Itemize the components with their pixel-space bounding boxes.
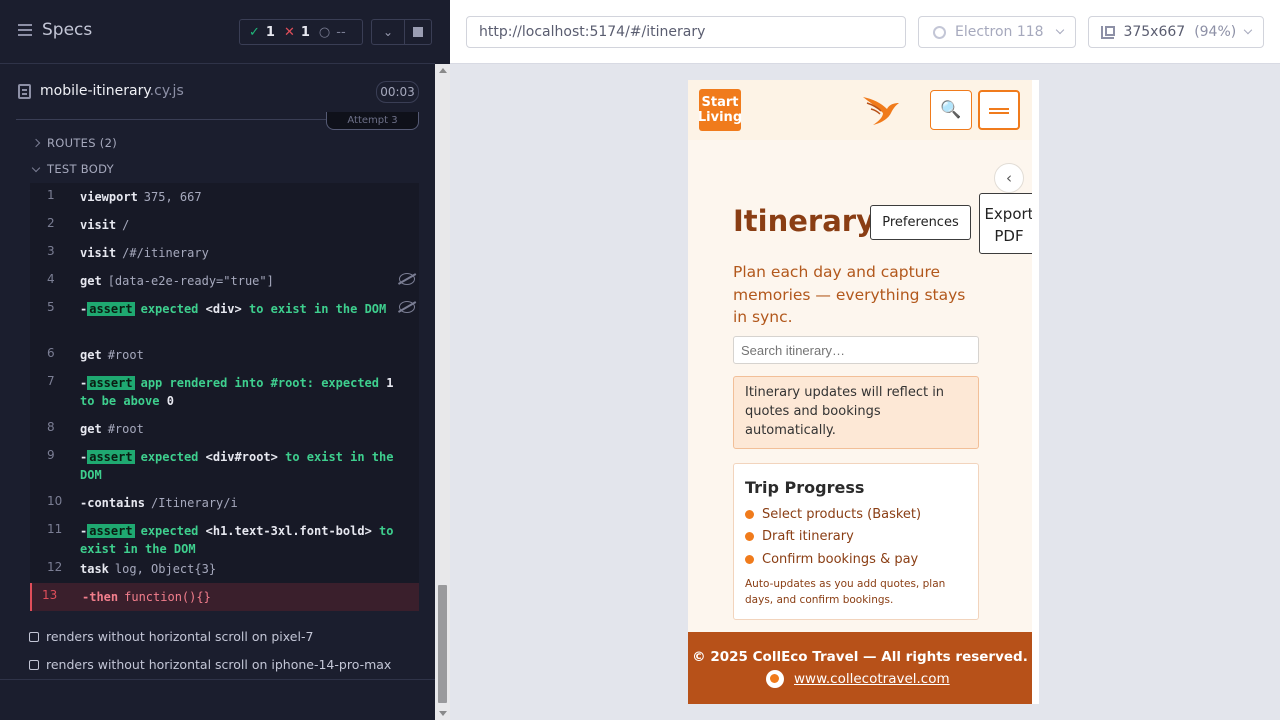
preview-toolbar: http://localhost:5174/#/itinerary Electr… xyxy=(450,0,1280,64)
file-icon xyxy=(18,84,31,99)
command-row[interactable]: 2 visit / xyxy=(30,211,419,239)
cypress-runner-panel: Specs ✓ 1 ✕ 1 ○ -- ⌄ mobile-itinerary.cy.js… xyxy=(0,0,450,720)
command-row[interactable]: 9 - assert expected <div#root> to exist in… xyxy=(30,443,419,489)
sync-notice: Itinerary updates will reflect in quotes… xyxy=(733,376,979,449)
specs-toggle-button[interactable]: Specs xyxy=(18,20,92,40)
collapse-sidebar-button[interactable]: ‹ xyxy=(994,163,1024,193)
globe-icon xyxy=(766,670,784,688)
trip-progress-card: Trip Progress Select products (Basket) D… xyxy=(733,463,979,620)
chevron-right-icon xyxy=(31,138,41,148)
failed-count: ✕ 1 xyxy=(283,24,310,40)
test-stats: ✓ 1 ✕ 1 ○ -- xyxy=(239,19,363,45)
page-title: Itinerary xyxy=(733,204,875,238)
search-icon: 🔍 xyxy=(940,100,962,120)
app-header: Start Living 🔍 xyxy=(688,80,1032,140)
command-row[interactable]: 3 visit/#/itinerary xyxy=(30,239,419,267)
passed-count: ✓ 1 xyxy=(249,24,275,40)
chevron-down-icon xyxy=(1243,25,1253,35)
runner-topbar: Specs ✓ 1 ✕ 1 ○ -- ⌄ xyxy=(0,0,435,64)
preferences-button[interactable]: Preferences xyxy=(870,205,971,240)
app-footer: © 2025 CollEco Travel — All rights reser… xyxy=(688,632,1032,704)
export-pdf-button[interactable]: Export PDF xyxy=(979,193,1039,254)
command-row[interactable]: 1 viewport 375, 667 xyxy=(30,183,419,211)
url-bar[interactable]: http://localhost:5174/#/itinerary xyxy=(466,16,906,48)
scroll-down-icon[interactable] xyxy=(439,711,447,716)
command-log: 1 viewport 375, 667 2 visit/ 3 visit/#/it… xyxy=(30,183,419,611)
command-row[interactable]: 8 get #root xyxy=(30,415,419,443)
website-link[interactable]: www.collecotravel.com xyxy=(794,671,950,687)
trip-progress-title: Trip Progress xyxy=(745,478,865,497)
eye-slash-icon xyxy=(399,301,415,313)
spec-duration: 00:03 xyxy=(376,81,419,103)
pending-count: ○ -- xyxy=(318,24,346,40)
brand-bird-icon xyxy=(863,97,899,125)
eye-slash-icon xyxy=(399,273,415,285)
chevron-left-icon: ‹ xyxy=(1006,169,1012,187)
website-link-row: www.collecotravel.com xyxy=(766,670,950,688)
stop-icon xyxy=(413,27,423,37)
command-row[interactable]: 7 - assert app rendered into #root: expect… xyxy=(30,369,419,415)
viewport-selector[interactable]: 375x667 (94%) xyxy=(1088,16,1264,48)
scroll-thumb[interactable] xyxy=(438,585,447,703)
test-status-icon xyxy=(29,659,39,670)
check-icon: ✓ xyxy=(249,24,260,40)
search-button[interactable]: 🔍 xyxy=(930,90,972,130)
test-status-icon xyxy=(29,631,39,642)
browser-selector[interactable]: Electron 118 xyxy=(918,16,1076,48)
spinner-icon: ○ xyxy=(318,24,331,40)
scroll-up-icon[interactable] xyxy=(439,68,447,73)
app-gutter xyxy=(1032,80,1039,704)
command-row[interactable]: 4 get [data-e2e-ready="true"] xyxy=(30,267,419,295)
chevron-down-icon: ⌄ xyxy=(382,25,394,39)
chevron-down-icon xyxy=(1055,25,1065,35)
test-item[interactable]: renders without horizontal scroll on pix… xyxy=(29,629,313,644)
spec-filename[interactable]: mobile-itinerary.cy.js xyxy=(40,83,184,99)
electron-icon xyxy=(933,25,946,39)
progress-step: Select products (Basket) xyxy=(745,507,921,522)
progress-note: Auto-updates as you add quotes, plan day… xyxy=(745,578,946,606)
chevron-down-icon xyxy=(31,163,41,172)
bullet-icon xyxy=(745,555,754,564)
itinerary-search-input[interactable] xyxy=(733,336,979,364)
command-log-scrollbar[interactable] xyxy=(435,64,450,720)
divider xyxy=(0,679,435,680)
app-preview-panel: http://localhost:5174/#/itinerary Electr… xyxy=(450,0,1280,720)
command-row[interactable]: 6 get #root xyxy=(30,341,419,369)
start-living-logo[interactable]: Start Living xyxy=(698,89,742,131)
itinerary-page: ‹ Itinerary Preferences Export PDF Plan … xyxy=(688,140,1039,632)
specs-label: Specs xyxy=(42,20,93,40)
copyright-text: © 2025 CollEco Travel — All rights reser… xyxy=(692,649,1028,665)
x-icon: ✕ xyxy=(283,24,295,40)
command-row-failed[interactable]: 13 -then function(){} xyxy=(30,583,419,611)
command-row[interactable]: 5 - assert expected <div> to exist in the … xyxy=(30,295,419,341)
command-row[interactable]: 10 -contains/Itinerary/i xyxy=(30,489,419,517)
app-under-test: Start Living 🔍 ‹ Itinerary Preferences E… xyxy=(688,80,1039,704)
test-item[interactable]: renders without horizontal scroll on iph… xyxy=(29,657,391,672)
menu-button[interactable] xyxy=(978,90,1020,130)
routes-section-toggle[interactable]: ROUTES (2) xyxy=(31,136,117,150)
ruler-icon xyxy=(1101,25,1116,39)
collapse-all-button[interactable]: ⌄ xyxy=(371,19,405,45)
test-body-section-toggle[interactable]: TEST BODY xyxy=(31,162,114,176)
divider xyxy=(16,119,326,120)
stop-button[interactable] xyxy=(404,19,432,45)
progress-step: Draft itinerary xyxy=(745,529,854,544)
progress-step: Confirm bookings & pay xyxy=(745,552,918,567)
command-row[interactable]: 12 task log, Object{3} xyxy=(30,555,419,583)
attempt-tag[interactable]: Attempt 3 xyxy=(326,112,419,130)
page-subtitle: Plan each day and capture memories — eve… xyxy=(733,263,966,326)
bullet-icon xyxy=(745,532,754,541)
menu-icon xyxy=(18,24,32,36)
spec-header: mobile-itinerary.cy.js 00:03 xyxy=(0,72,435,112)
bullet-icon xyxy=(745,510,754,519)
